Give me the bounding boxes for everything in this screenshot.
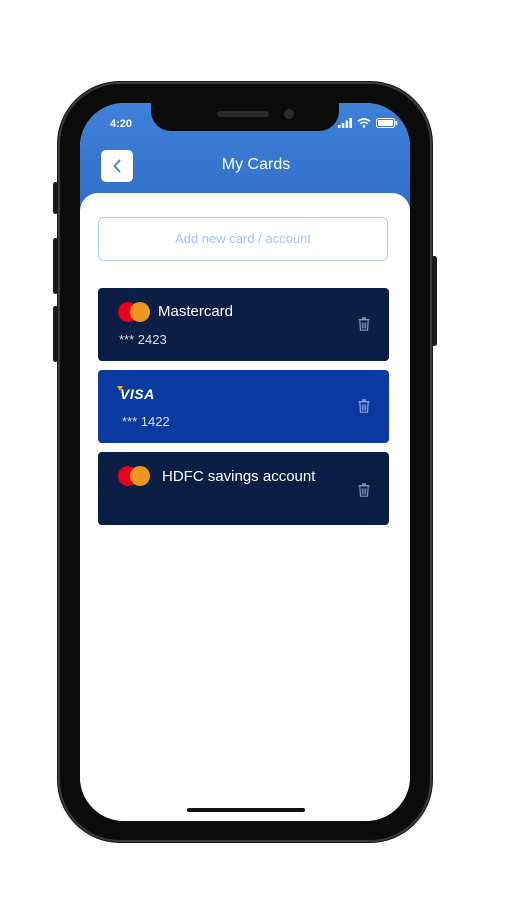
trash-icon[interactable] bbox=[358, 483, 370, 497]
card-name: HDFC savings account bbox=[162, 468, 316, 485]
trash-icon[interactable] bbox=[358, 317, 370, 331]
mastercard-logo-icon bbox=[118, 302, 150, 322]
status-time: 4:20 bbox=[110, 118, 133, 130]
page-title: My Cards bbox=[221, 156, 291, 173]
status-icons bbox=[338, 118, 398, 128]
card-item-mastercard[interactable]: Mastercard *** 2423 bbox=[98, 288, 389, 361]
volume-down-button bbox=[53, 306, 58, 362]
visa-accent-icon bbox=[117, 386, 123, 391]
card-item-visa[interactable]: VISA *** 1422 bbox=[98, 370, 389, 443]
mastercard-logo-icon bbox=[118, 466, 150, 486]
camera bbox=[284, 109, 294, 119]
power-button bbox=[432, 256, 437, 346]
home-indicator[interactable] bbox=[187, 808, 305, 812]
speaker bbox=[217, 111, 269, 117]
add-card-input[interactable]: Add new card / account bbox=[98, 217, 388, 261]
card-number: *** 1422 bbox=[122, 414, 170, 429]
card-number: *** 2423 bbox=[119, 332, 167, 347]
wifi-icon bbox=[357, 118, 371, 128]
silent-switch bbox=[53, 182, 58, 214]
battery-icon bbox=[376, 118, 398, 128]
trash-icon[interactable] bbox=[358, 399, 370, 413]
notch bbox=[151, 103, 339, 131]
card-name: Mastercard bbox=[158, 303, 234, 320]
visa-logo: VISA bbox=[120, 386, 155, 402]
signal-icon bbox=[338, 118, 352, 128]
card-item-hdfc[interactable]: HDFC savings account bbox=[98, 452, 389, 525]
volume-up-button bbox=[53, 238, 58, 294]
